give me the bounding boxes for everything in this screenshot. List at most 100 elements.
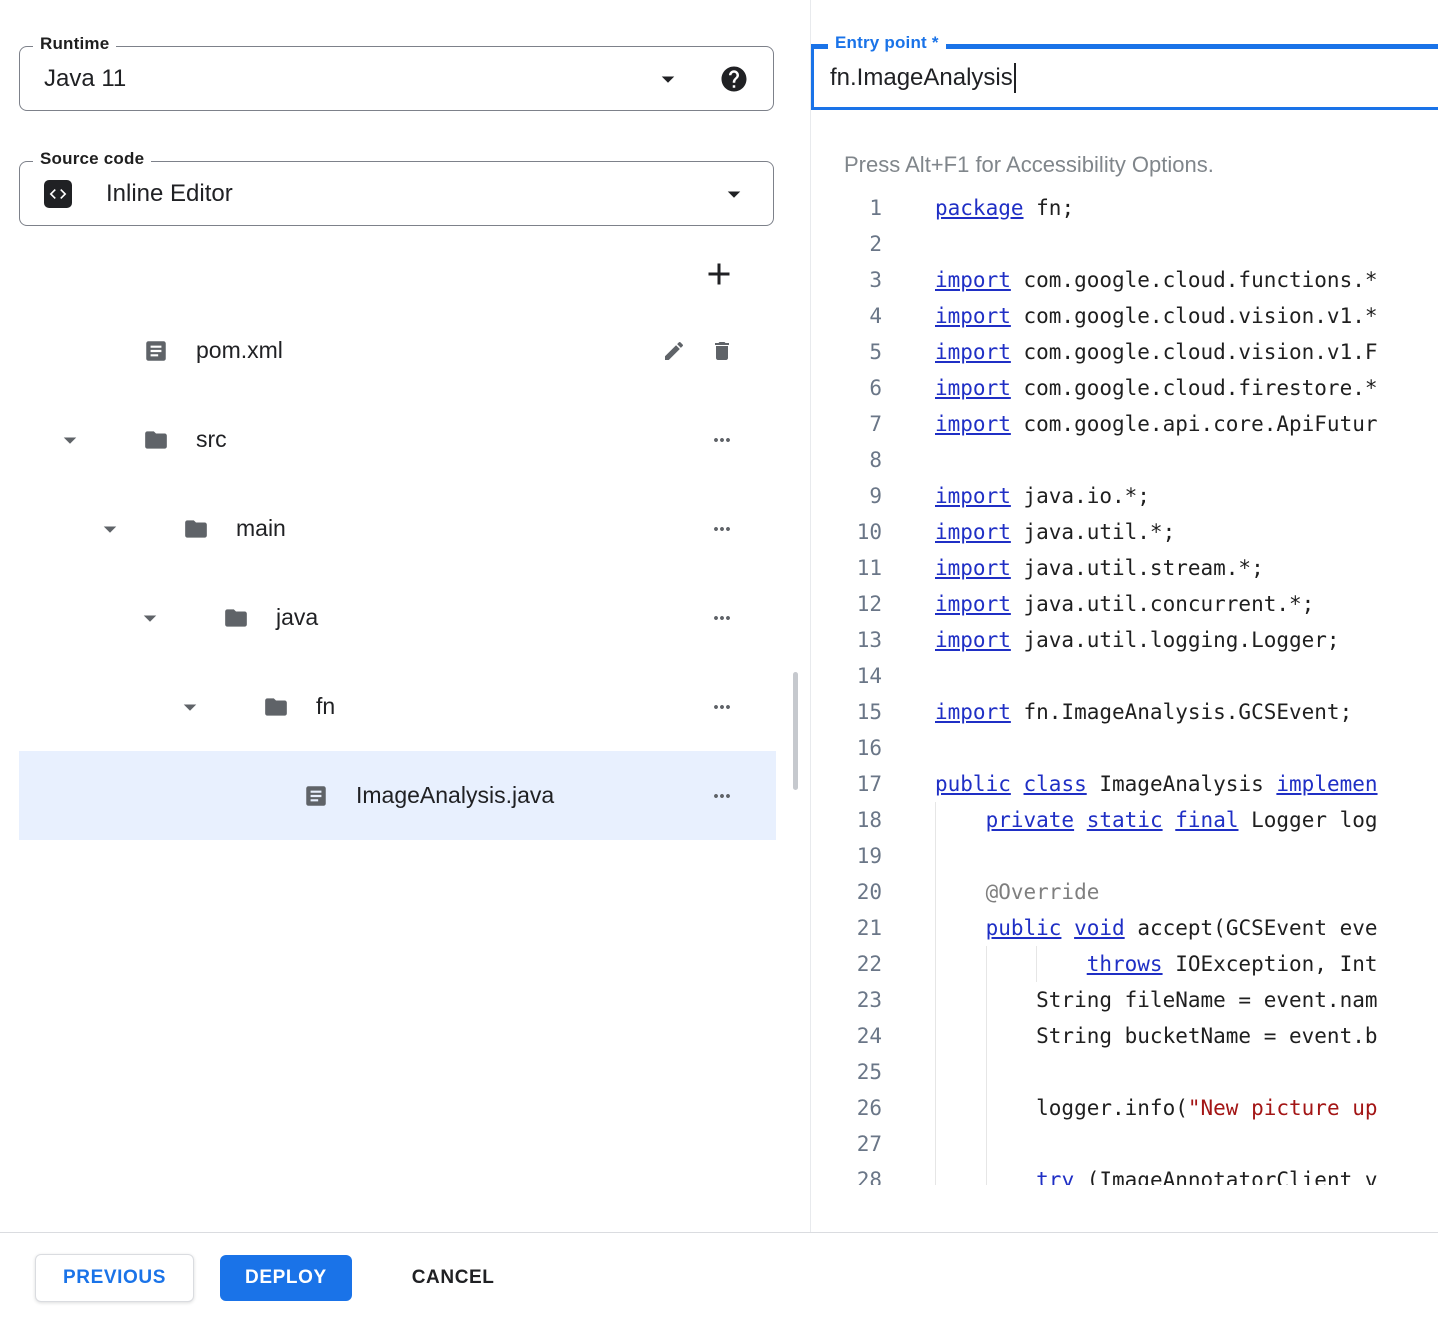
code-line: 28 try (ImageAnnotatorClient v: [811, 1162, 1438, 1185]
line-number: 11: [811, 550, 882, 586]
tree-item-label: fn: [316, 693, 335, 720]
line-number: 25: [811, 1054, 882, 1090]
code-line: 21 public void accept(GCSEvent eve: [811, 910, 1438, 946]
line-number: 1: [811, 190, 882, 226]
file-icon: [143, 338, 169, 364]
line-number: 7: [811, 406, 882, 442]
row-actions: [710, 695, 776, 719]
line-number: 13: [811, 622, 882, 658]
code-text: @Override: [935, 874, 1099, 910]
code-line: 9import java.io.*;: [811, 478, 1438, 514]
code-text: private static final Logger log: [935, 802, 1378, 838]
code-text: String bucketName = event.b: [935, 1018, 1378, 1054]
runtime-label: Runtime: [33, 34, 116, 54]
tree-item-main[interactable]: main: [19, 484, 776, 573]
code-text: import com.google.cloud.vision.v1.*: [935, 298, 1378, 334]
tree-item-label: main: [236, 515, 286, 542]
line-number: 26: [811, 1090, 882, 1126]
code-line: 14: [811, 658, 1438, 694]
delete-icon[interactable]: [710, 339, 734, 363]
line-number: 16: [811, 730, 882, 766]
code-line: 12import java.util.concurrent.*;: [811, 586, 1438, 622]
code-text: try (ImageAnnotatorClient v: [935, 1162, 1378, 1185]
line-number: 5: [811, 334, 882, 370]
action-bar: PREVIOUS DEPLOY CANCEL: [0, 1232, 1438, 1322]
code-line: 4import com.google.cloud.vision.v1.*: [811, 298, 1438, 334]
code-editor[interactable]: Press Alt+F1 for Accessibility Options. …: [811, 0, 1438, 1232]
more-options-icon[interactable]: [710, 517, 734, 541]
help-icon[interactable]: [719, 64, 749, 94]
code-text: public void accept(GCSEvent eve: [935, 910, 1378, 946]
source-code-label: Source code: [33, 149, 151, 169]
folder-icon: [183, 516, 209, 542]
code-text: import com.google.api.core.ApiFutur: [935, 406, 1378, 442]
code-text: String fileName = event.nam: [935, 982, 1378, 1018]
add-file-button[interactable]: [701, 256, 737, 292]
code-line: 13 import java.util.logging.Logger;: [811, 622, 1438, 658]
tree-item-label: java: [276, 604, 318, 631]
folder-icon: [263, 694, 289, 720]
file-tree: pom.xml src main java fn ImageAnalysis.java: [19, 306, 776, 840]
code-line: 26 logger.info("New picture up: [811, 1090, 1438, 1126]
line-number: 3: [811, 262, 882, 298]
code-text: import com.google.cloud.functions.*: [935, 262, 1378, 298]
line-number: 23: [811, 982, 882, 1018]
line-number: 22: [811, 946, 882, 982]
code-line: 23 String fileName = event.nam: [811, 982, 1438, 1018]
code-text: import java.io.*;: [935, 478, 1150, 514]
tree-item-imageanalysis-java[interactable]: ImageAnalysis.java: [19, 751, 776, 840]
code-text: import com.google.cloud.firestore.*: [935, 370, 1378, 406]
tree-item-src[interactable]: src: [19, 395, 776, 484]
code-line: 5import com.google.cloud.vision.v1.F: [811, 334, 1438, 370]
code-line: 6import com.google.cloud.firestore.*: [811, 370, 1438, 406]
dropdown-arrow-icon[interactable]: [719, 179, 749, 209]
edit-icon[interactable]: [662, 339, 686, 363]
code-text: import java.util.stream.*;: [935, 550, 1264, 586]
previous-button[interactable]: PREVIOUS: [35, 1254, 194, 1302]
code-panel: Entry point * fn.ImageAnalysis Press Alt…: [810, 0, 1438, 1232]
tree-item-java[interactable]: java: [19, 573, 776, 662]
plus-icon: [701, 256, 737, 292]
row-actions: [710, 784, 776, 808]
dropdown-arrow-icon[interactable]: [653, 64, 683, 94]
code-line: 8: [811, 442, 1438, 478]
more-options-icon[interactable]: [710, 428, 734, 452]
code-line: 1 package fn;: [811, 190, 1438, 226]
code-text: public class ImageAnalysis implemen: [935, 766, 1378, 802]
line-number: 15: [811, 694, 882, 730]
deploy-button[interactable]: DEPLOY: [220, 1255, 352, 1301]
inline-editor-code-icon: [44, 180, 72, 208]
file-icon: [303, 783, 329, 809]
row-actions: [710, 606, 776, 630]
tree-item-pom-xml[interactable]: pom.xml: [19, 306, 776, 395]
code-text: throws IOException, Int: [935, 946, 1378, 982]
function-config-panel: Runtime Java 11 Source code Inline Edito…: [0, 0, 810, 1232]
code-line: 25: [811, 1054, 1438, 1090]
row-actions: [662, 339, 776, 363]
source-code-value: Inline Editor: [106, 180, 233, 208]
tree-item-fn[interactable]: fn: [19, 662, 776, 751]
expand-caret-icon[interactable]: [55, 425, 143, 455]
expand-caret-icon[interactable]: [95, 514, 183, 544]
more-options-icon[interactable]: [710, 695, 734, 719]
code-line: 27: [811, 1126, 1438, 1162]
more-options-icon[interactable]: [710, 606, 734, 630]
accessibility-hint: Press Alt+F1 for Accessibility Options.: [844, 152, 1214, 178]
expand-caret-icon[interactable]: [175, 692, 263, 722]
more-options-icon[interactable]: [710, 784, 734, 808]
code-line: 2: [811, 226, 1438, 262]
code-text: package fn;: [935, 190, 1074, 226]
line-number: 19: [811, 838, 882, 874]
folder-icon: [143, 427, 169, 453]
code-text: import java.util.logging.Logger;: [935, 622, 1340, 658]
runtime-select[interactable]: Runtime Java 11: [19, 46, 774, 111]
runtime-value: Java 11: [44, 65, 126, 93]
tree-item-label: src: [196, 426, 227, 453]
expand-caret-icon[interactable]: [135, 603, 223, 633]
code-line: 17public class ImageAnalysis implemen: [811, 766, 1438, 802]
cancel-button[interactable]: CANCEL: [394, 1255, 513, 1301]
code-line: 3 import com.google.cloud.functions.*: [811, 262, 1438, 298]
scrollbar-thumb[interactable]: [793, 672, 798, 790]
code-line: 22 throws IOException, Int: [811, 946, 1438, 982]
source-code-select[interactable]: Source code Inline Editor: [19, 161, 774, 226]
